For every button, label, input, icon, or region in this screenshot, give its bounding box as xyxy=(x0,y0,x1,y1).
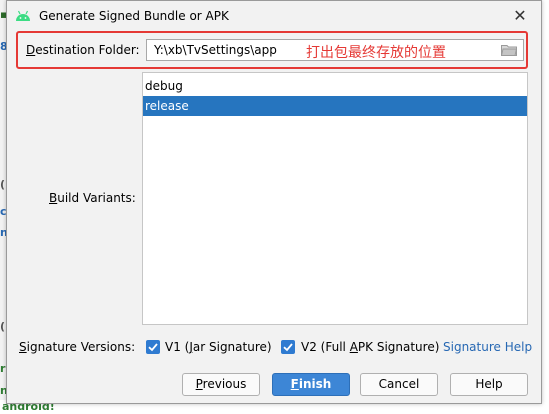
destination-folder-value: Y:\xb\TvSettings\app xyxy=(154,43,277,57)
android-icon xyxy=(16,10,30,21)
help-button[interactable]: Help xyxy=(450,373,528,396)
build-variants-label: Build Variants: xyxy=(49,191,136,205)
v2-signature-checkbox[interactable] xyxy=(281,340,295,354)
dialog-title: Generate Signed Bundle or APK xyxy=(39,9,229,23)
signature-help-link[interactable]: Signature Help xyxy=(443,340,532,354)
destination-folder-field[interactable]: Y:\xb\TvSettings\app 打出包最终存放的位置 xyxy=(146,39,524,61)
previous-button[interactable]: Previous xyxy=(182,373,260,396)
variant-item-debug[interactable]: debug xyxy=(143,76,527,96)
v1-signature-label[interactable]: V1 (Jar Signature) xyxy=(165,340,272,354)
checkmark-icon xyxy=(283,343,293,352)
v2-signature-label[interactable]: V2 (Full APK Signature) xyxy=(301,340,439,354)
signature-versions-label: Signature Versions: xyxy=(19,340,136,354)
close-icon: ✕ xyxy=(513,6,527,25)
destination-folder-label: Destination Folder: xyxy=(26,43,140,57)
generate-signed-dialog: Generate Signed Bundle or APK ✕ Destinat… xyxy=(6,0,542,404)
variant-item-release[interactable]: release xyxy=(143,96,527,116)
finish-button[interactable]: Finish xyxy=(272,373,350,396)
build-variants-list[interactable]: debug release xyxy=(142,72,528,325)
folder-icon[interactable] xyxy=(501,44,517,56)
cancel-button[interactable]: Cancel xyxy=(360,373,438,396)
destination-annotation: 打出包最终存放的位置 xyxy=(306,45,446,61)
close-button[interactable]: ✕ xyxy=(511,7,529,25)
v1-signature-checkbox[interactable] xyxy=(146,340,160,354)
destination-highlight-box: Destination Folder: Y:\xb\TvSettings\app… xyxy=(16,31,528,69)
checkmark-icon xyxy=(148,343,158,352)
dialog-titlebar: Generate Signed Bundle or APK ✕ xyxy=(7,1,541,31)
